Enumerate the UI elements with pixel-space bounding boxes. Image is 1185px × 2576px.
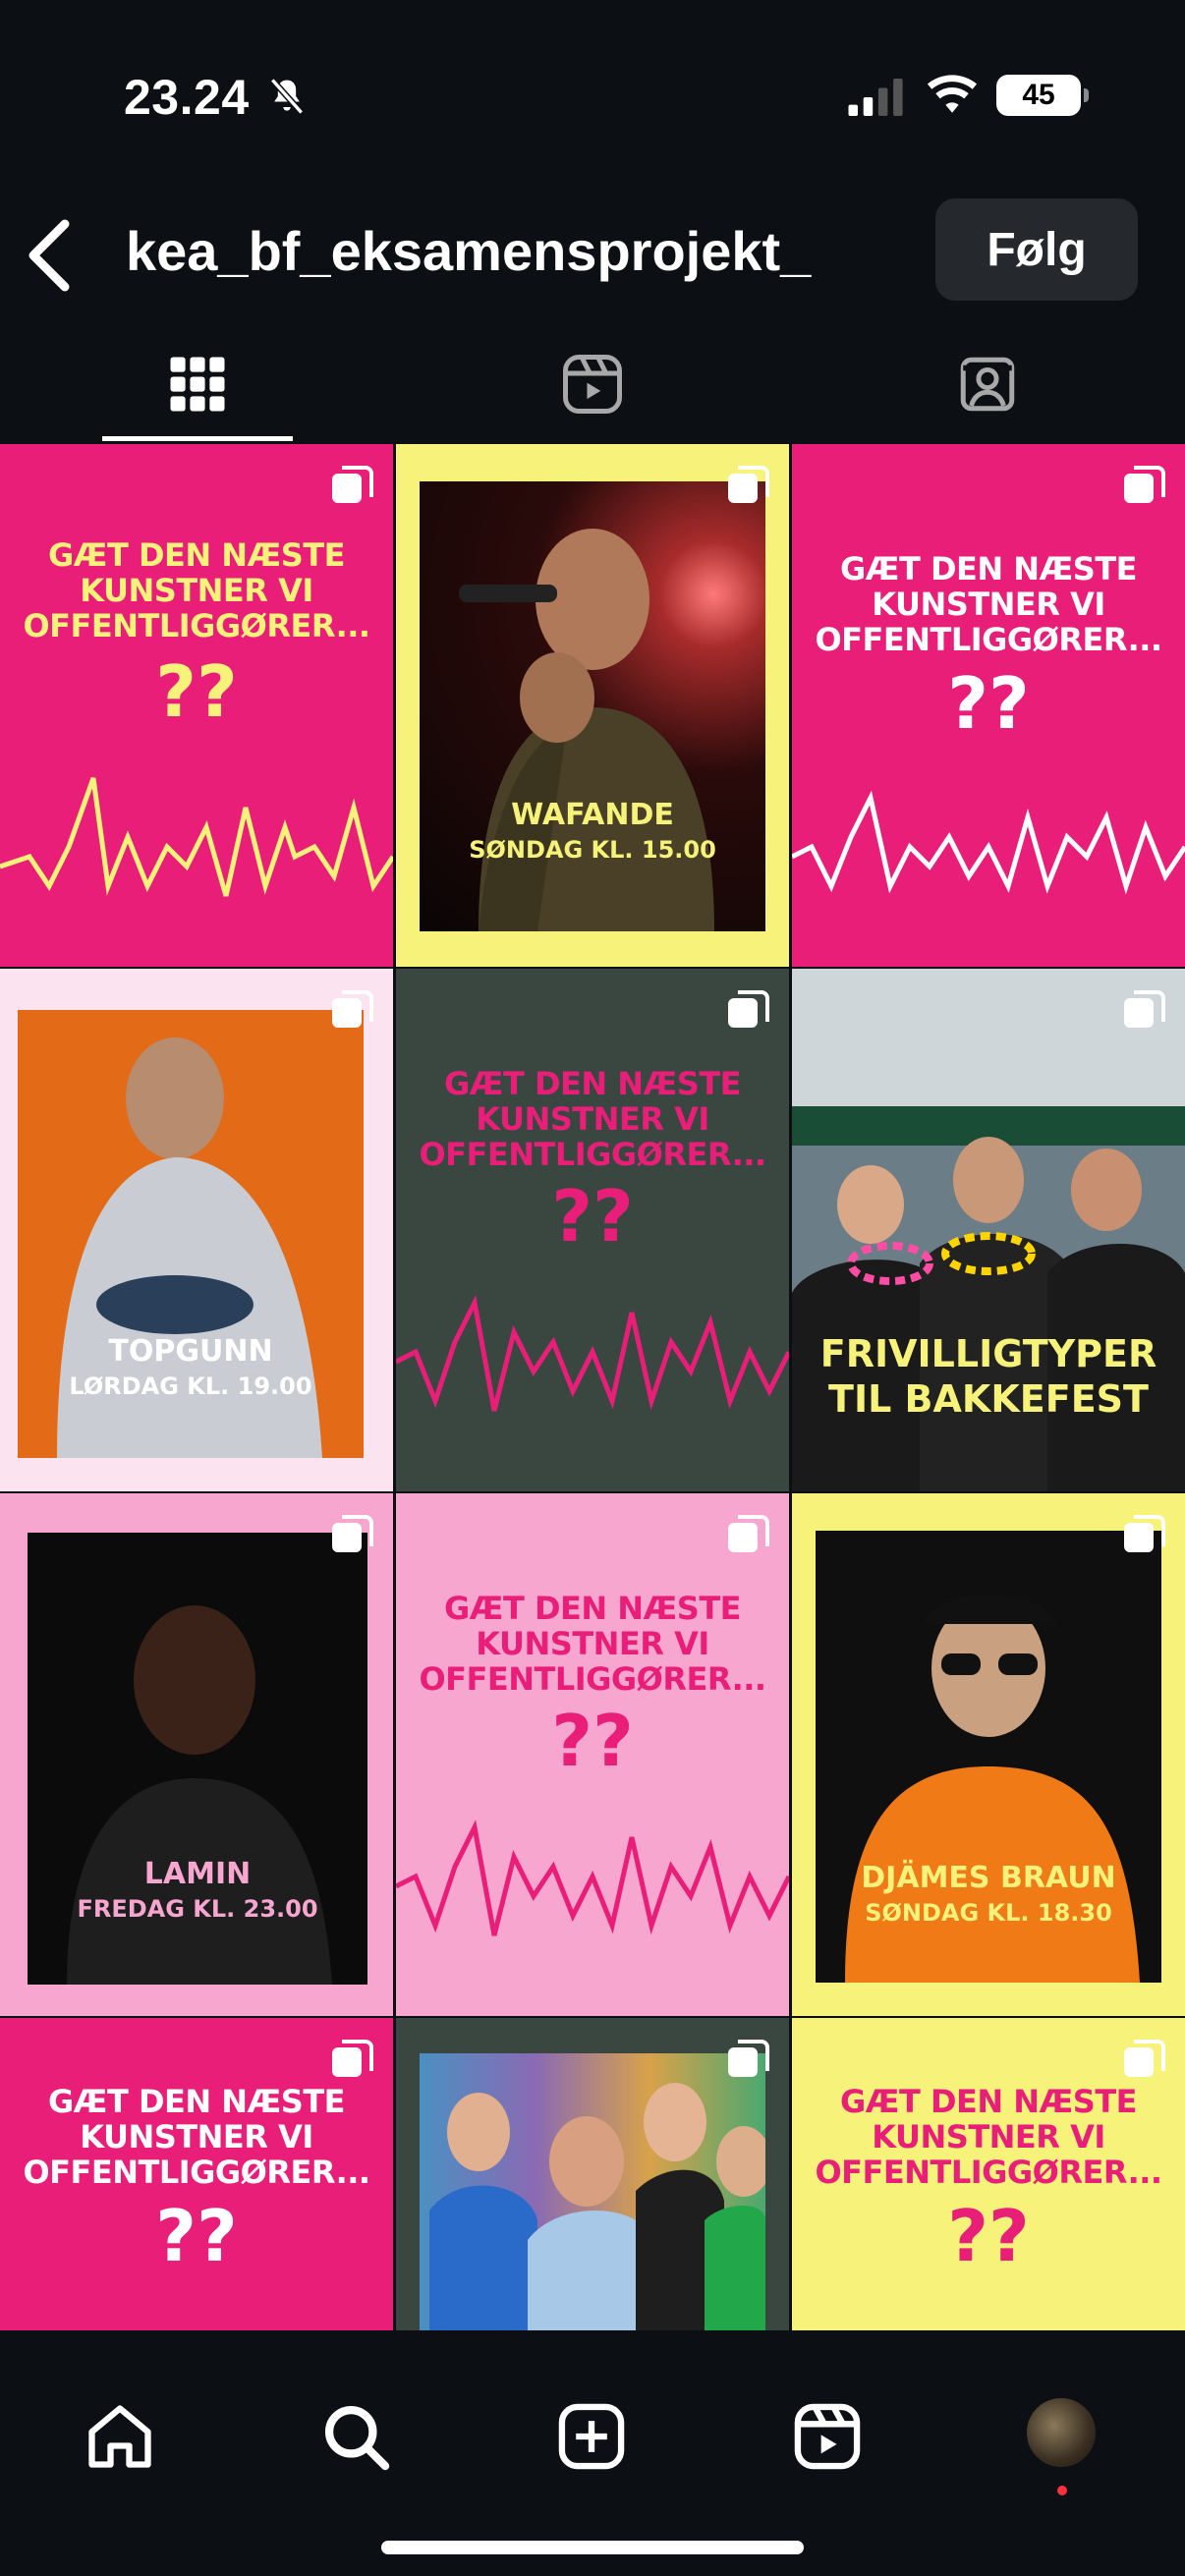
bottom-navigation [0, 2330, 1185, 2576]
artist-caption: DJÄMES BRAUN SØNDAG KL. 18.30 [861, 1861, 1116, 1927]
post-tile-9[interactable]: DJÄMES BRAUN SØNDAG KL. 18.30 [792, 1493, 1185, 2016]
artist-photo: WAFANDE SØNDAG KL. 15.00 [420, 481, 765, 931]
tagged-icon [960, 357, 1015, 412]
carousel-icon [728, 466, 769, 503]
post-tile-1[interactable]: GÆT DEN NÆSTE KUNSTNER VI OFFENTLIGGØRER..… [0, 444, 393, 967]
carousel-icon [1124, 990, 1165, 1028]
carousel-icon [1124, 1515, 1165, 1552]
grid-icon [170, 357, 225, 412]
artist-caption: LAMIN FREDAG KL. 23.00 [77, 1857, 318, 1923]
heartbeat-line [396, 1820, 789, 1936]
follow-button[interactable]: Følg [935, 198, 1138, 301]
post-tile-2[interactable]: WAFANDE SØNDAG KL. 15.00 [396, 444, 789, 967]
tab-reels[interactable] [395, 324, 790, 444]
heartbeat-line [0, 777, 393, 897]
profile-header: kea_bf_eksamensprojekt_ Følg [0, 187, 1185, 314]
home-icon[interactable] [83, 2399, 157, 2474]
artist-photo: DJÄMES BRAUN SØNDAG KL. 18.30 [816, 1531, 1161, 1983]
search-icon[interactable] [318, 2399, 393, 2474]
carousel-icon [1124, 466, 1165, 503]
posts-grid: GÆT DEN NÆSTE KUNSTNER VI OFFENTLIGGØRER..… [0, 444, 1185, 2330]
tab-indicator [102, 436, 293, 441]
heartbeat-line [396, 1295, 789, 1412]
signal-icon [848, 79, 903, 116]
post-tile-7[interactable]: LAMIN FREDAG KL. 23.00 [0, 1493, 393, 2016]
carousel-icon [332, 2040, 373, 2077]
artist-photo: LAMIN FREDAG KL. 23.00 [28, 1533, 367, 1985]
reels-icon [563, 355, 622, 414]
status-bar: 23.24 45 [0, 0, 1185, 187]
wifi-icon [927, 75, 978, 113]
artist-caption: WAFANDE SØNDAG KL. 15.00 [469, 798, 716, 864]
carousel-icon [728, 990, 769, 1028]
reels-icon[interactable] [790, 2399, 865, 2474]
post-tile-6[interactable]: FRIVILLIGTYPER TIL BAKKEFEST [792, 969, 1185, 1491]
artist-photo: TOPGUNN LØRDAG KL. 19.00 [18, 1010, 364, 1458]
carousel-icon [332, 466, 373, 503]
post-tile-8[interactable]: GÆT DEN NÆSTE KUNSTNER VI OFFENTLIGGØRER..… [396, 1493, 789, 2016]
post-tile-10[interactable]: GÆT DEN NÆSTE KUNSTNER VI OFFENTLIGGØRER..… [0, 2018, 393, 2330]
post-tile-11[interactable] [396, 2018, 789, 2330]
carousel-icon [728, 2040, 769, 2077]
profile-tabs [0, 324, 1185, 444]
carousel-icon [728, 1515, 769, 1552]
volunteers-caption: FRIVILLIGTYPER TIL BAKKEFEST [819, 1332, 1157, 1421]
profile-avatar[interactable] [1024, 2395, 1099, 2470]
create-icon[interactable] [554, 2399, 629, 2474]
tab-grid[interactable] [0, 324, 395, 444]
carousel-icon [332, 1515, 373, 1552]
artist-caption: TOPGUNN LØRDAG KL. 19.00 [69, 1334, 312, 1400]
bell-slash-icon [269, 78, 305, 115]
heartbeat-line [792, 790, 1185, 895]
post-tile-12[interactable]: GÆT DEN NÆSTE KUNSTNER VI OFFENTLIGGØRER..… [792, 2018, 1185, 2330]
carousel-icon [332, 990, 373, 1028]
home-indicator [381, 2541, 804, 2554]
clock: 23.24 [124, 70, 250, 125]
battery-icon: 45 [996, 75, 1089, 116]
carousel-icon [1124, 2040, 1165, 2077]
post-tile-4[interactable]: TOPGUNN LØRDAG KL. 19.00 [0, 969, 393, 1491]
chevron-left-icon[interactable] [22, 216, 81, 295]
profile-username: kea_bf_eksamensprojekt_ [126, 220, 812, 282]
tab-tagged[interactable] [790, 324, 1185, 444]
post-tile-5[interactable]: GÆT DEN NÆSTE KUNSTNER VI OFFENTLIGGØRER..… [396, 969, 789, 1491]
group-photo [420, 2053, 765, 2330]
post-tile-3[interactable]: GÆT DEN NÆSTE KUNSTNER VI OFFENTLIGGØRER..… [792, 444, 1185, 967]
notification-dot [1057, 2486, 1067, 2495]
